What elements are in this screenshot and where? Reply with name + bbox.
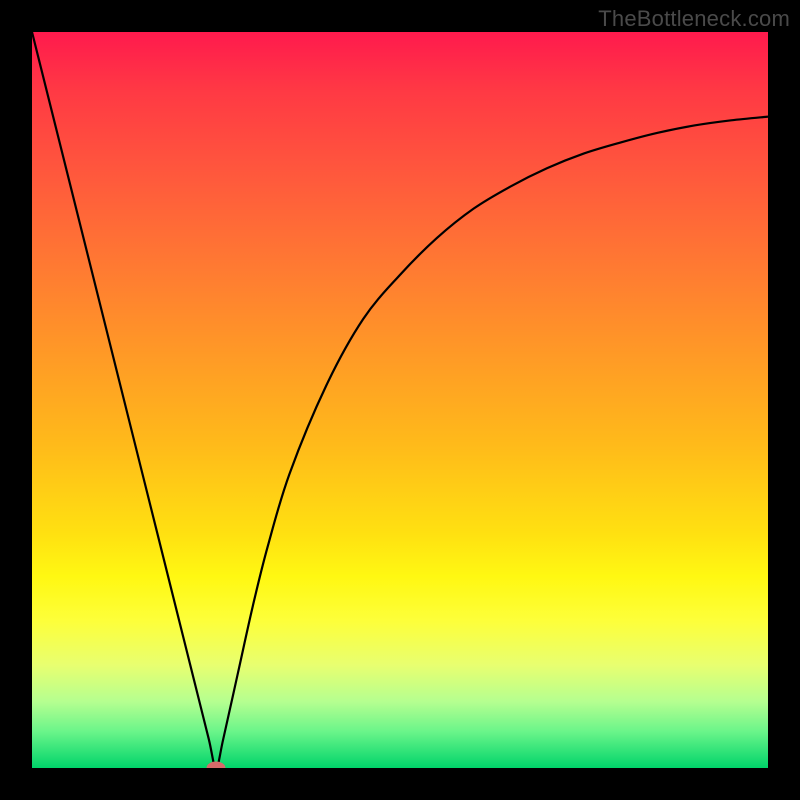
watermark-text: TheBottleneck.com <box>598 6 790 32</box>
bottleneck-curve <box>32 32 768 768</box>
chart-frame: TheBottleneck.com <box>0 0 800 800</box>
curve-layer <box>32 32 768 768</box>
plot-area <box>32 32 768 768</box>
bottleneck-marker <box>207 762 225 768</box>
